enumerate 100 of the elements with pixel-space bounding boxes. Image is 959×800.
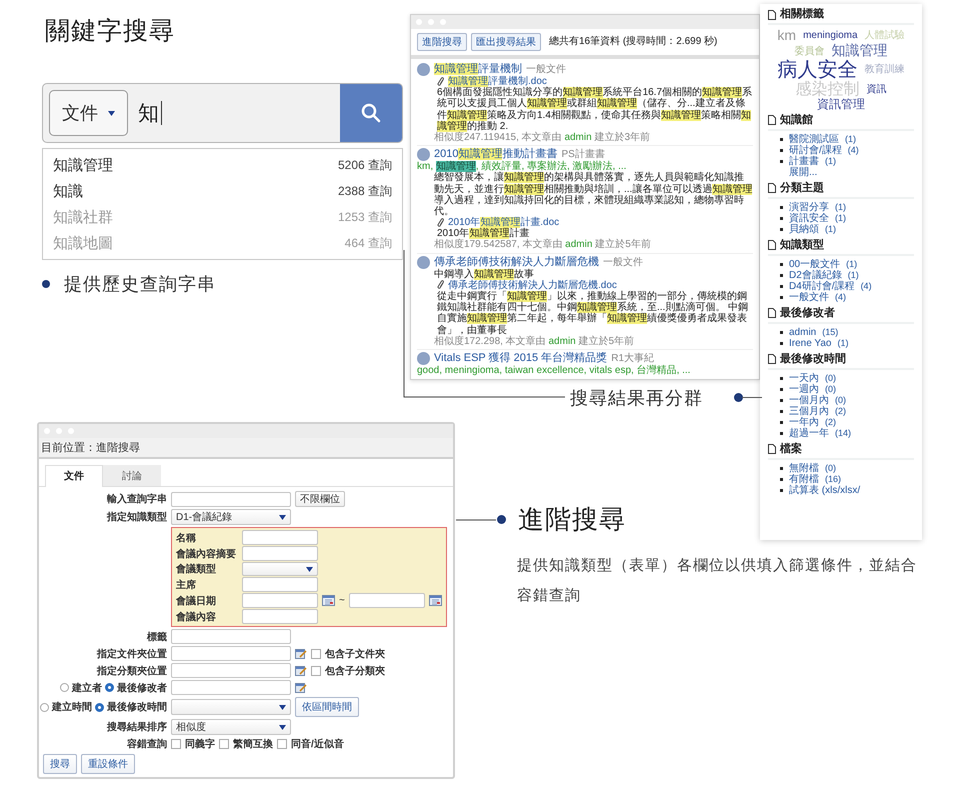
avatar-icon	[417, 352, 430, 365]
toolbar-button[interactable]: 進階搜尋	[417, 33, 467, 51]
tag-link[interactable]: meningioma	[803, 30, 858, 42]
facet-link[interactable]: 資訊安全	[789, 212, 829, 224]
facet-link[interactable]: 有附檔	[789, 474, 819, 485]
text-field[interactable]	[242, 577, 318, 592]
checkbox[interactable]	[171, 739, 181, 749]
form-button[interactable]: 搜尋	[43, 754, 77, 774]
author-link[interactable]: admin	[548, 336, 576, 347]
select-field[interactable]	[242, 562, 318, 576]
radio-button[interactable]	[95, 702, 104, 712]
result-title-link[interactable]: Vitals ESP 獲得 2015 年台灣精品獎	[434, 352, 608, 364]
text-field[interactable]	[242, 609, 318, 624]
result-title-link[interactable]: 知識管理評量機制	[434, 63, 522, 76]
facet-count: (0)	[835, 394, 846, 406]
text-field[interactable]	[171, 629, 291, 644]
edit-icon[interactable]	[295, 648, 307, 659]
checkbox-label: 同義字	[185, 737, 215, 751]
facet-link[interactable]: D2會議紀錄	[789, 270, 842, 281]
result-snippet: 中鋼導入知識管理故事	[433, 268, 534, 280]
attachment-excerpt: 從走中鋼實行「知識管理」以來，推動線上學習的一部分，傳統模的鋼鐵知識社群能有四十七個。中鋼知識管理系統，至...則點滴可個。 中鋼自實施知識管理第二年起，每年舉辦「知識管理績優獎優勇者成果發表會」，由董事長	[437, 291, 750, 336]
text-field[interactable]	[171, 680, 291, 695]
page-heading: 關鍵字搜尋	[45, 16, 175, 47]
radio-label: 最後修改時間	[107, 700, 167, 714]
result-title-link[interactable]: 傳承老師傅技術解決人力斷層危機	[434, 256, 599, 268]
facet-link[interactable]: 00一般文件	[789, 258, 840, 270]
checkbox-label: 包含子文件夾	[325, 648, 385, 660]
annotation-text: 提供歷史查詢字串	[64, 273, 216, 296]
tag-link[interactable]: 資訊管理	[817, 98, 865, 112]
section-heading: 知識館	[780, 114, 813, 127]
tab[interactable]: 文件	[45, 465, 103, 487]
field-label: 會議內容摘要	[176, 547, 237, 560]
text-field[interactable]	[242, 546, 318, 561]
radio-button[interactable]	[105, 683, 114, 692]
search-button[interactable]	[340, 84, 402, 142]
author-link[interactable]: admin	[564, 132, 592, 143]
calendar-icon[interactable]	[322, 595, 335, 606]
suggestion-item[interactable]: 知識管理 5206 查詢	[43, 152, 402, 178]
facet-link[interactable]: 三個月內	[789, 406, 829, 417]
paperclip-icon	[437, 76, 445, 87]
select-field[interactable]	[171, 699, 291, 715]
toolbar-button[interactable]: 匯出搜尋結果	[471, 33, 541, 51]
facet-count: (1)	[835, 212, 846, 224]
range-button[interactable]: 依區間時間	[295, 697, 359, 717]
text-field[interactable]	[348, 593, 425, 608]
facet-link[interactable]: 一年內	[789, 416, 819, 428]
select-field[interactable]: 不限欄位	[295, 491, 345, 507]
text-field[interactable]	[171, 646, 291, 661]
calendar-icon[interactable]	[428, 595, 442, 606]
page-icon	[768, 115, 776, 126]
select-field[interactable]: 相似度	[171, 719, 291, 735]
facet-link[interactable]: 一般文件	[789, 292, 829, 303]
scope-dropdown[interactable]: 文件	[49, 90, 128, 136]
facet-link[interactable]: 一個月內	[789, 394, 829, 406]
text-field[interactable]	[242, 593, 318, 608]
search-field[interactable]: 知	[134, 84, 340, 142]
attachment-link[interactable]: 傳承老師傅技術解決人力斷層危機.doc	[448, 280, 617, 291]
edit-icon[interactable]	[295, 682, 307, 693]
bullet-icon	[780, 432, 783, 435]
facet-link[interactable]: 研討會/課程	[789, 144, 842, 156]
tab[interactable]: 討論	[103, 465, 161, 486]
text-field[interactable]	[171, 663, 291, 678]
text-field[interactable]	[242, 530, 318, 545]
checkbox[interactable]	[311, 666, 321, 676]
facet-count: (4)	[860, 280, 872, 292]
facet-link[interactable]: Irene Yao	[789, 338, 832, 349]
facet-link[interactable]: D4研討會/課程	[789, 280, 855, 292]
facet-link[interactable]: 計畫書	[789, 156, 819, 167]
facet-link[interactable]: 演習分享	[789, 202, 829, 213]
field-label: 會議日期	[176, 594, 217, 608]
radio-button[interactable]	[60, 683, 69, 692]
field-label: 指定文件夾位置	[96, 647, 167, 660]
select-field[interactable]: D1-會議紀錄	[171, 509, 291, 525]
suggestion-item[interactable]: 知識 2388 查詢	[43, 178, 402, 204]
section-heading: 檔案	[780, 442, 802, 456]
tag-link[interactable]: 病人安全	[778, 58, 858, 81]
facet-link[interactable]: 超過一年	[789, 428, 829, 439]
bullet-icon	[780, 138, 783, 141]
text-field[interactable]	[171, 492, 291, 506]
facet-link[interactable]: 貝納頌	[789, 224, 819, 235]
author-link[interactable]: admin	[565, 239, 592, 250]
edit-icon[interactable]	[295, 665, 307, 676]
facet-link[interactable]: admin	[789, 326, 816, 338]
checkbox[interactable]	[311, 648, 321, 658]
radio-button[interactable]	[40, 702, 49, 712]
facet-link[interactable]: 一週內	[789, 384, 819, 395]
facet-link[interactable]: 試算表 (xls/xlsx/	[789, 484, 860, 496]
tag-link[interactable]: 資訊	[866, 84, 886, 96]
checkbox[interactable]	[219, 739, 229, 749]
bullet-icon	[780, 478, 783, 481]
attachment-link[interactable]: 知識管理評量機制.doc	[448, 76, 547, 88]
tag-link[interactable]: 知識管理	[832, 43, 888, 59]
facet-link[interactable]: 無附檔	[789, 462, 819, 474]
field-label: 會議內容	[176, 610, 217, 624]
facet-link[interactable]: 一天內	[789, 372, 819, 384]
form-button[interactable]: 重設條件	[81, 754, 135, 774]
facet-link[interactable]: 醫院測試區	[789, 134, 839, 145]
facet-count: (16)	[825, 474, 842, 485]
expand-link[interactable]: 展開...	[768, 166, 914, 178]
checkbox[interactable]	[277, 739, 287, 749]
